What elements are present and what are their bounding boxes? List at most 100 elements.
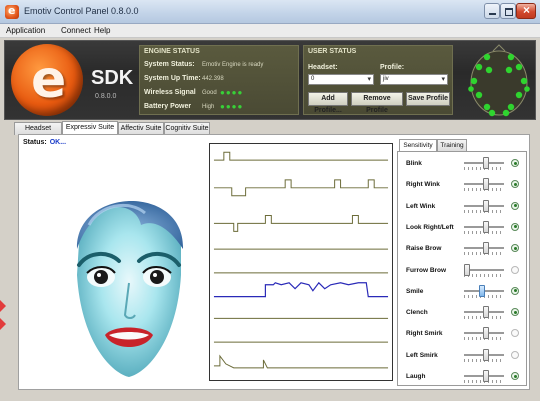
sensitivity-label: Raise Brow bbox=[406, 245, 442, 253]
battery-power-dots: ●●●● bbox=[220, 102, 244, 111]
activity-indicator-icon bbox=[511, 350, 519, 359]
slider-thumb[interactable] bbox=[482, 348, 489, 361]
slider-thumb[interactable] bbox=[482, 220, 489, 233]
app-logo-icon bbox=[5, 4, 19, 19]
sensitivity-label: Furrow Brow bbox=[406, 266, 447, 274]
wireless-signal-value: Good bbox=[202, 90, 217, 96]
slider-thumb[interactable] bbox=[482, 327, 489, 340]
save-profile-button[interactable]: Save Profile bbox=[406, 92, 450, 106]
sensitivity-label: Right Smirk bbox=[406, 330, 443, 338]
profile-label: Profile: bbox=[380, 64, 405, 71]
sensitivity-row: Clench bbox=[398, 305, 528, 325]
activity-indicator-icon bbox=[511, 244, 519, 253]
sensitivity-label: Smile bbox=[406, 287, 424, 295]
slider-thumb[interactable] bbox=[482, 306, 489, 319]
user-status-panel: USER STATUS Headset: Profile: 0 jiv Add … bbox=[303, 45, 453, 115]
wireless-signal-dots: ●●●● bbox=[220, 88, 244, 97]
menu-bar: Application Connect Help bbox=[0, 24, 540, 38]
menu-connect[interactable]: Connect bbox=[61, 26, 91, 35]
expression-signal-graph bbox=[209, 143, 393, 381]
maximize-button[interactable] bbox=[500, 3, 516, 19]
remove-profile-button[interactable]: Remove Profile bbox=[351, 92, 403, 114]
uptime-value: 442.398 bbox=[202, 76, 224, 82]
sensitivity-row: Laugh bbox=[398, 369, 528, 389]
battery-power-value: High bbox=[202, 104, 215, 110]
trace-blink bbox=[213, 151, 389, 161]
status-value: OK... bbox=[49, 139, 67, 146]
sensitivity-label: Left Smirk bbox=[406, 351, 438, 359]
activity-indicator-icon bbox=[511, 308, 519, 317]
trace-left-wink bbox=[213, 215, 389, 232]
slider-thumb[interactable] bbox=[482, 242, 489, 255]
activity-indicator-icon bbox=[511, 159, 519, 167]
activity-indicator-icon bbox=[511, 372, 519, 380]
title-bar: Emotiv Control Panel 0.8.0.0 bbox=[0, 0, 540, 24]
sensitivity-label: Clench bbox=[406, 309, 428, 317]
sensitivity-row: Left Wink bbox=[398, 199, 528, 219]
window-title: Emotiv Control Panel 0.8.0.0 bbox=[24, 6, 139, 16]
system-status-value: Emotiv Engine is ready bbox=[202, 62, 264, 68]
sensitivity-panel: Sensitivity Training Blink Right Wink Left… bbox=[397, 139, 527, 386]
trace-smile bbox=[213, 281, 389, 298]
slider-thumb[interactable] bbox=[482, 370, 489, 382]
slider-thumb[interactable] bbox=[482, 157, 489, 169]
sensitivity-label: Laugh bbox=[406, 373, 426, 380]
menu-help[interactable]: Help bbox=[94, 26, 110, 35]
expression-avatar bbox=[76, 200, 184, 377]
engine-status-title: ENGINE STATUS bbox=[144, 48, 200, 55]
close-button[interactable] bbox=[516, 3, 536, 19]
slider-track[interactable] bbox=[464, 268, 504, 271]
trace-right-wink bbox=[213, 179, 389, 197]
watermark-mark bbox=[0, 300, 6, 330]
wireless-signal-label: Wireless Signal bbox=[144, 89, 196, 96]
tab-training[interactable]: Training bbox=[437, 139, 467, 151]
header-banner: e SDK 0.8.0.0 ENGINE STATUS System Statu… bbox=[4, 40, 536, 120]
activity-indicator-icon bbox=[511, 286, 519, 295]
version-label: 0.8.0.0 bbox=[95, 93, 117, 100]
battery-power-label: Battery Power bbox=[144, 103, 192, 110]
activity-indicator-icon bbox=[511, 329, 519, 338]
sensitivity-label: Look Right/Left bbox=[406, 223, 454, 231]
sensitivity-row: Left Smirk bbox=[398, 348, 528, 368]
sensitivity-row: Look Right/Left bbox=[398, 220, 528, 240]
sensitivity-row: Right Smirk bbox=[398, 326, 528, 346]
tab-sensitivity[interactable]: Sensitivity bbox=[399, 139, 437, 151]
headset-contact-map-icon bbox=[468, 44, 530, 117]
menu-application[interactable]: Application bbox=[6, 26, 45, 35]
sensitivity-row: Raise Brow bbox=[398, 241, 528, 261]
slider-thumb[interactable] bbox=[479, 284, 486, 297]
sensitivity-label: Left Wink bbox=[406, 202, 436, 210]
trace-laugh bbox=[213, 354, 389, 369]
minimize-button[interactable] bbox=[484, 3, 500, 19]
headset-label: Headset: bbox=[308, 64, 338, 71]
app-window: Emotiv Control Panel 0.8.0.0 Application… bbox=[0, 0, 540, 401]
headset-select[interactable]: 0 bbox=[308, 74, 374, 85]
sensitivity-row: Furrow Brow bbox=[398, 263, 528, 283]
uptime-label: System Up Time: bbox=[144, 75, 201, 82]
sdk-label: SDK bbox=[91, 67, 134, 89]
slider-ticks bbox=[464, 273, 504, 277]
sensitivity-label: Blink bbox=[406, 160, 422, 167]
sensitivity-list: Blink Right Wink Left Wink Look Right/Left R… bbox=[397, 151, 527, 386]
activity-indicator-icon bbox=[511, 222, 519, 231]
status-label: Status: bbox=[23, 139, 47, 146]
engine-status-panel: ENGINE STATUS System Status: Emotiv Engi… bbox=[139, 45, 299, 115]
status-line: Status: OK... bbox=[23, 139, 66, 146]
sensitivity-row: Blink bbox=[398, 156, 528, 176]
slider-thumb[interactable] bbox=[464, 263, 470, 276]
emotiv-logo-icon: e bbox=[11, 44, 83, 116]
activity-indicator-icon bbox=[511, 201, 519, 210]
system-status-label: System Status: bbox=[144, 61, 195, 68]
expressiv-suite-panel: Status: OK... Sensitivity Training Blink… bbox=[18, 134, 530, 390]
activity-indicator-icon bbox=[511, 265, 519, 274]
sensitivity-row: Right Wink bbox=[398, 177, 528, 197]
user-status-title: USER STATUS bbox=[308, 48, 357, 55]
slider-thumb[interactable] bbox=[482, 199, 489, 212]
sensitivity-row: Smile bbox=[398, 284, 528, 304]
add-profile-button[interactable]: Add Profile... bbox=[308, 92, 348, 114]
profile-select[interactable]: jiv bbox=[380, 74, 448, 85]
slider-thumb[interactable] bbox=[482, 178, 489, 191]
activity-indicator-icon bbox=[511, 180, 519, 189]
tab-expressiv-suite[interactable]: Expressiv Suite bbox=[62, 121, 118, 135]
sensitivity-label: Right Wink bbox=[406, 181, 440, 189]
